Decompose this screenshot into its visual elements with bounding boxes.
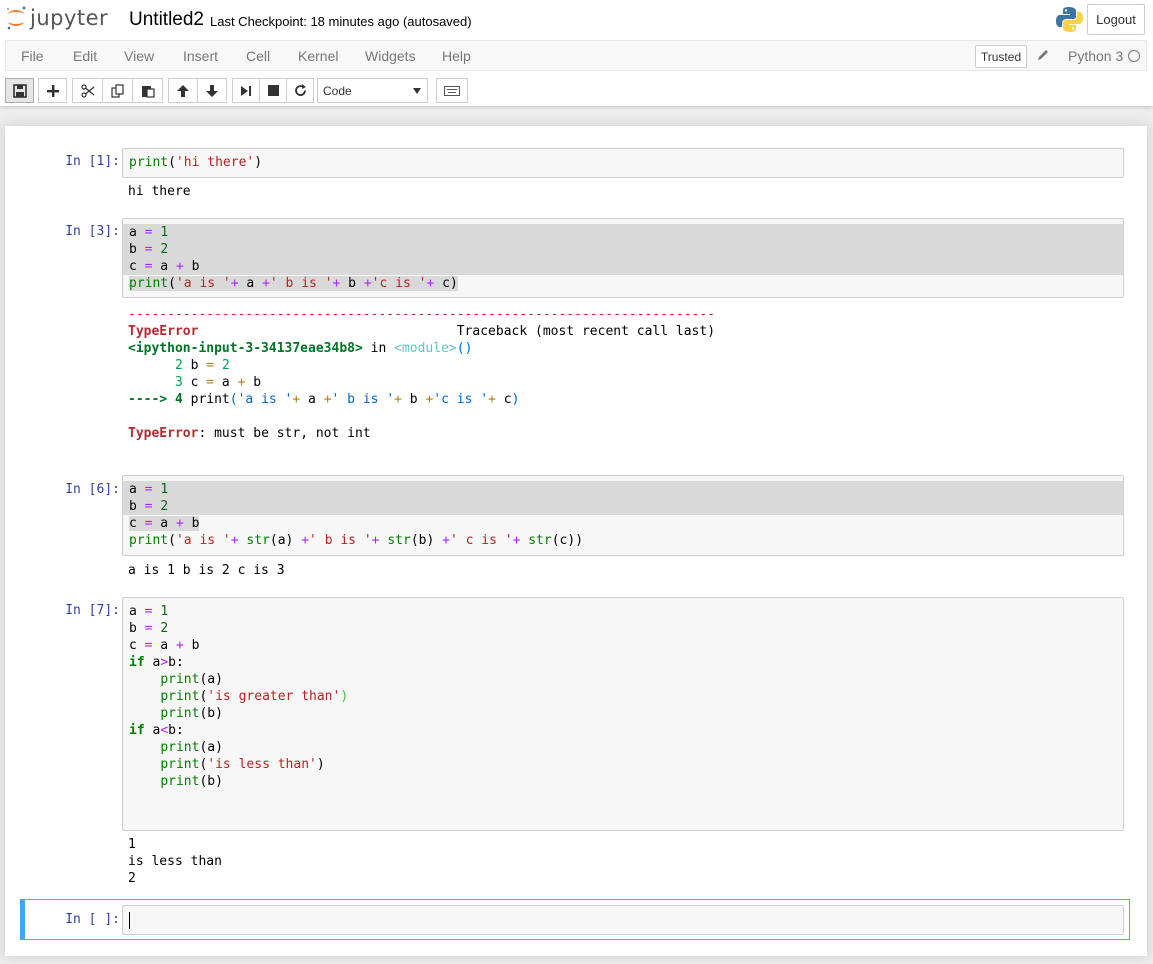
cell-output: 1 is less than 2: [128, 836, 222, 887]
cell-output: a is 1 b is 2 c is 3: [128, 563, 285, 578]
text-cursor: [129, 912, 130, 929]
jupyter-logo-icon: [5, 5, 27, 31]
stop-icon: [267, 85, 279, 96]
run-icon: [240, 85, 252, 97]
copy-button[interactable]: [102, 78, 133, 103]
cell-prompt: In [6]:: [65, 482, 120, 497]
code-text[interactable]: print('hi there'): [123, 149, 1123, 176]
arrow-up-icon: [177, 84, 189, 97]
move-up-button[interactable]: [168, 78, 198, 103]
menubar: File Edit View Insert Cell Kernel Widget…: [5, 40, 1147, 71]
copy-icon: [110, 83, 125, 98]
code-text[interactable]: a = 1 b = 2 c = a + b print('a is '+ a +'…: [123, 219, 1123, 297]
keyboard-icon: [444, 85, 460, 96]
cut-icon: [80, 83, 95, 98]
save-button[interactable]: [5, 78, 34, 103]
save-icon: [12, 83, 27, 98]
kernel-name[interactable]: Python 3: [1068, 48, 1123, 64]
arrow-down-icon: [206, 84, 218, 97]
notebook-name[interactable]: Untitled2: [129, 9, 204, 31]
caret-down-icon: [413, 88, 421, 94]
plus-icon: [46, 84, 59, 97]
menu-file[interactable]: File: [21, 48, 44, 64]
cell-prompt: In [1]:: [65, 154, 120, 169]
menu-cell[interactable]: Cell: [246, 48, 270, 64]
output-line: 2: [128, 871, 136, 886]
cell-type-select[interactable]: Code: [317, 78, 428, 103]
pencil-icon[interactable]: [1036, 48, 1052, 64]
code-input[interactable]: a = 1 b = 2c = a + b print('a is '+ str(…: [122, 475, 1124, 556]
jupyter-logo[interactable]: jupyter: [5, 5, 108, 31]
menu-help[interactable]: Help: [442, 48, 471, 64]
cell-type-value: Code: [323, 83, 352, 98]
python-logo-icon: [1055, 5, 1084, 34]
header-top: jupyter Untitled2 Last Checkpoint: 18 mi…: [0, 0, 1153, 40]
notebook-container: In [1]: print('hi there') hi there In [3…: [5, 126, 1147, 956]
cell-prompt: In [3]:: [65, 224, 120, 239]
code-text[interactable]: a = 1 b = 2 c = a + b if a>b: print(a) p…: [123, 598, 1123, 795]
kernel-status-icon: [1128, 50, 1140, 62]
menu-widgets[interactable]: Widgets: [365, 48, 416, 64]
menu-view[interactable]: View: [124, 48, 154, 64]
output-line: 1: [128, 837, 136, 852]
cell-prompt: In [ ]:: [65, 912, 120, 927]
code-input[interactable]: a = 1 b = 2 c = a + b print('a is '+ a +'…: [122, 218, 1124, 298]
menu-edit[interactable]: Edit: [73, 48, 97, 64]
trusted-button[interactable]: Trusted: [975, 45, 1027, 68]
menu-kernel[interactable]: Kernel: [298, 48, 338, 64]
run-button[interactable]: [232, 78, 260, 103]
brand-name: jupyter: [30, 6, 109, 30]
restart-icon: [294, 84, 307, 97]
toolbar: [0, 71, 1153, 106]
code-input[interactable]: print('hi there'): [122, 148, 1124, 178]
cell-output: hi there: [128, 184, 191, 199]
output-line: is less than: [128, 854, 222, 869]
checkpoint-status: Last Checkpoint: 18 minutes ago (autosav…: [210, 14, 472, 29]
code-text[interactable]: a = 1 b = 2c = a + b print('a is '+ str(…: [123, 476, 1123, 554]
logout-button[interactable]: Logout: [1087, 4, 1145, 35]
insert-cell-button[interactable]: [38, 78, 67, 103]
code-input[interactable]: [122, 905, 1124, 935]
menu-insert[interactable]: Insert: [183, 48, 218, 64]
traceback-output: ----------------------------------------…: [128, 307, 716, 441]
interrupt-button[interactable]: [259, 78, 287, 103]
move-down-button[interactable]: [197, 78, 227, 103]
paste-button[interactable]: [132, 78, 163, 103]
code-input[interactable]: a = 1 b = 2 c = a + b if a>b: print(a) p…: [122, 597, 1124, 831]
restart-button[interactable]: [286, 78, 314, 103]
cut-button[interactable]: [72, 78, 103, 103]
paste-icon: [141, 84, 155, 98]
header: jupyter Untitled2 Last Checkpoint: 18 mi…: [0, 0, 1153, 106]
cell-prompt: In [7]:: [65, 603, 120, 618]
command-palette-button[interactable]: [436, 78, 468, 103]
